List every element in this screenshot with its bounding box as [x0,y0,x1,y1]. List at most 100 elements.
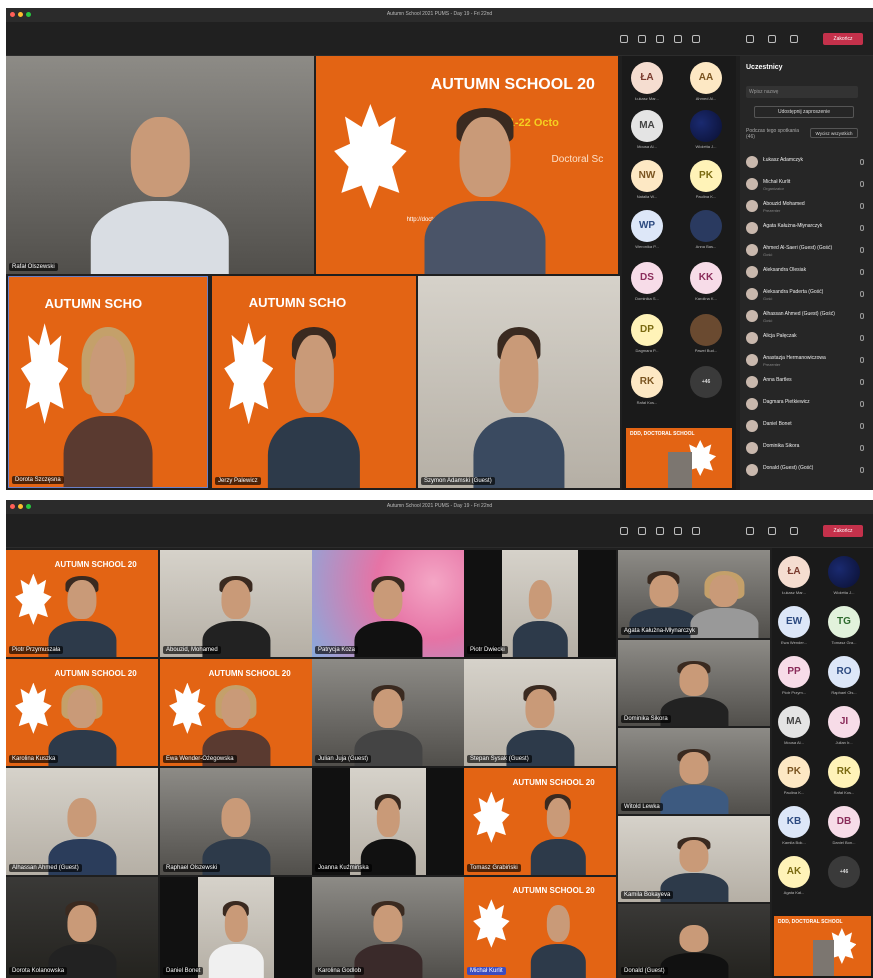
video-tile[interactable]: Kamila Bokayeva [618,816,770,902]
participant-avatar[interactable]: RK [631,366,663,398]
mic-icon[interactable] [768,35,776,43]
participant-name: Dorota Szczęsna [12,476,64,484]
participant-avatar[interactable]: AK [778,856,810,888]
participant-row[interactable]: Daniel Bonet [746,416,864,436]
participant-avatar[interactable]: KK [690,262,722,294]
share-screen-icon[interactable] [790,527,798,535]
video-tile[interactable]: Agata Kałużna-Młynarczyk [618,550,770,638]
more-participants-button[interactable]: +46 [828,856,860,888]
video-tile[interactable]: AUTUMN SCHO Jerzy Palewicz [212,276,416,488]
participants-icon[interactable] [656,35,664,43]
participant-avatar[interactable]: PP [778,656,810,688]
video-tile[interactable]: Julian Juja (Guest) [312,659,464,766]
participant-avatar[interactable]: EW [778,606,810,638]
share-icon[interactable] [674,35,682,43]
participant-avatar[interactable] [690,314,722,346]
participant-avatar[interactable] [828,556,860,588]
participant-avatar[interactable]: DP [631,314,663,346]
participant-row[interactable]: Anastazja Hermanowiczowa Prezenter [746,350,864,370]
video-tile[interactable]: Stepan Sysak (Guest) [464,659,616,766]
video-tile[interactable]: Daniel Bonet [160,877,312,978]
participant-video [524,789,592,875]
participant-avatar[interactable]: NW [631,160,663,192]
participant-row[interactable]: Dagmara Pietkiewicz [746,394,864,414]
video-tile[interactable]: Karolina Godlob [312,877,464,978]
video-tile[interactable]: Alhassan Ahmed (Guest) [6,768,158,875]
participant-avatar[interactable]: RO [828,656,860,688]
self-view[interactable]: DDD, DOCTORAL SCHOOL [626,428,732,488]
mute-all-button[interactable]: Wycisz wszystkich [810,128,858,138]
participant-avatar[interactable] [690,210,722,242]
video-tile[interactable]: AUTUMN SCHOOL 20 Michał Kurlit [464,877,616,978]
video-tile[interactable]: Donald (Guest) [618,904,770,978]
leave-button[interactable]: Zakończ [823,33,863,45]
slide-title: AUTUMN SCHO [248,295,347,311]
participant-avatar[interactable]: DS [631,262,663,294]
participant-avatar[interactable]: ŁA [778,556,810,588]
shared-slide-tile[interactable]: AUTUMN SCHOOL 20 11-22 Octo Doctoral Sc … [316,56,618,274]
participant-row[interactable]: Aleksandra Olesiak [746,262,864,282]
participant-avatar[interactable]: MA [631,110,663,142]
video-tile[interactable]: Piotr Dwiecki [464,550,616,657]
participant-row[interactable]: Alhassan Ahmed (Guest) (Gość) Gość [746,306,864,326]
leave-button[interactable]: Zakończ [823,525,863,537]
participant-row[interactable]: Dominika Sikora [746,438,864,458]
video-tile[interactable]: Abouzid, Mohamed [160,550,312,657]
participant-avatar[interactable] [690,110,722,142]
participant-avatar[interactable]: ŁA [631,62,663,94]
video-tile[interactable]: Dorota Kolanowska [6,877,158,978]
video-tile[interactable]: AUTUMN SCHO Dorota Szczęsna [8,276,208,488]
more-icon[interactable] [692,527,700,535]
camera-icon[interactable] [746,527,754,535]
participant-avatar[interactable]: WP [631,210,663,242]
participant-avatar[interactable]: PK [778,756,810,788]
chat-icon[interactable] [638,35,646,43]
video-tile[interactable]: Joanna Kuźmińska [312,768,464,875]
participant-video [345,897,430,978]
participant-avatar[interactable]: MA [778,706,810,738]
participant-avatar[interactable]: RK [828,756,860,788]
video-tile[interactable]: Witold Lewka [618,728,770,814]
participant-row[interactable]: Alicja Pałęczak [746,328,864,348]
video-tile[interactable]: Szymon Adamski (Guest) [418,276,620,488]
more-participants-button[interactable]: +46 [690,366,722,398]
video-tile[interactable]: AUTUMN SCHOOL 20 Karolina Kuszka [6,659,158,766]
grid-view-icon[interactable] [620,35,628,43]
participant-avatar[interactable]: JI [828,706,860,738]
chat-icon[interactable] [638,527,646,535]
participant-row[interactable]: Aleksandra Paderta (Gość) Gość [746,284,864,304]
share-icon[interactable] [674,527,682,535]
slide-title: AUTUMN SCHOOL 20 [512,777,595,787]
video-tile[interactable]: Raphael Olszewski [160,768,312,875]
participant-row[interactable]: Donald (Guest) (Gość) [746,460,864,480]
participant-row[interactable]: Anna Bartles [746,372,864,392]
participant-name: Daniel Bonet [163,967,204,975]
share-screen-icon[interactable] [790,35,798,43]
video-tile[interactable]: Rafał Olszewski [6,56,314,274]
avatar-label: Piotr Przym... [781,690,806,695]
grid-view-icon[interactable] [620,527,628,535]
participants-icon[interactable] [656,527,664,535]
video-tile[interactable]: Dominika Sikora [618,640,770,726]
camera-icon[interactable] [746,35,754,43]
video-tile[interactable]: Patrycja Koza [312,550,464,657]
video-tile[interactable]: AUTUMN SCHOOL 20 Tomasz Grabiński [464,768,616,875]
participant-avatar[interactable]: PK [690,160,722,192]
participant-avatar[interactable]: TG [828,606,860,638]
self-view[interactable]: DDD, DOCTORAL SCHOOL [774,916,871,976]
avatar-label: Dagmara P... [635,348,659,353]
mic-icon[interactable] [768,527,776,535]
video-tile[interactable]: AUTUMN SCHOOL 20 Piotr Przymuszała [6,550,158,657]
participant-avatar[interactable]: KB [778,806,810,838]
participant-row[interactable]: Ahmed Al-Saeri (Guest) (Gość) Gość [746,240,864,260]
video-tile[interactable]: AUTUMN SCHOOL 20 Ewa Wender-Ożegowska [160,659,312,766]
participant-avatar[interactable]: DB [828,806,860,838]
participant-avatar[interactable]: AA [690,62,722,94]
participant-row[interactable]: Agata Kałużna-Młynarczyk [746,218,864,238]
participant-row[interactable]: Abouzid Mohamed Prezenter [746,196,864,216]
share-invite-button[interactable]: Udostępnij zaproszenie [754,106,854,118]
participant-search-input[interactable]: Wpisz nazwę [746,86,858,98]
participant-row[interactable]: Michał Kurlit Organizator [746,174,864,194]
participant-row[interactable]: Łukasz Adamczyk [746,152,864,172]
more-icon[interactable] [692,35,700,43]
